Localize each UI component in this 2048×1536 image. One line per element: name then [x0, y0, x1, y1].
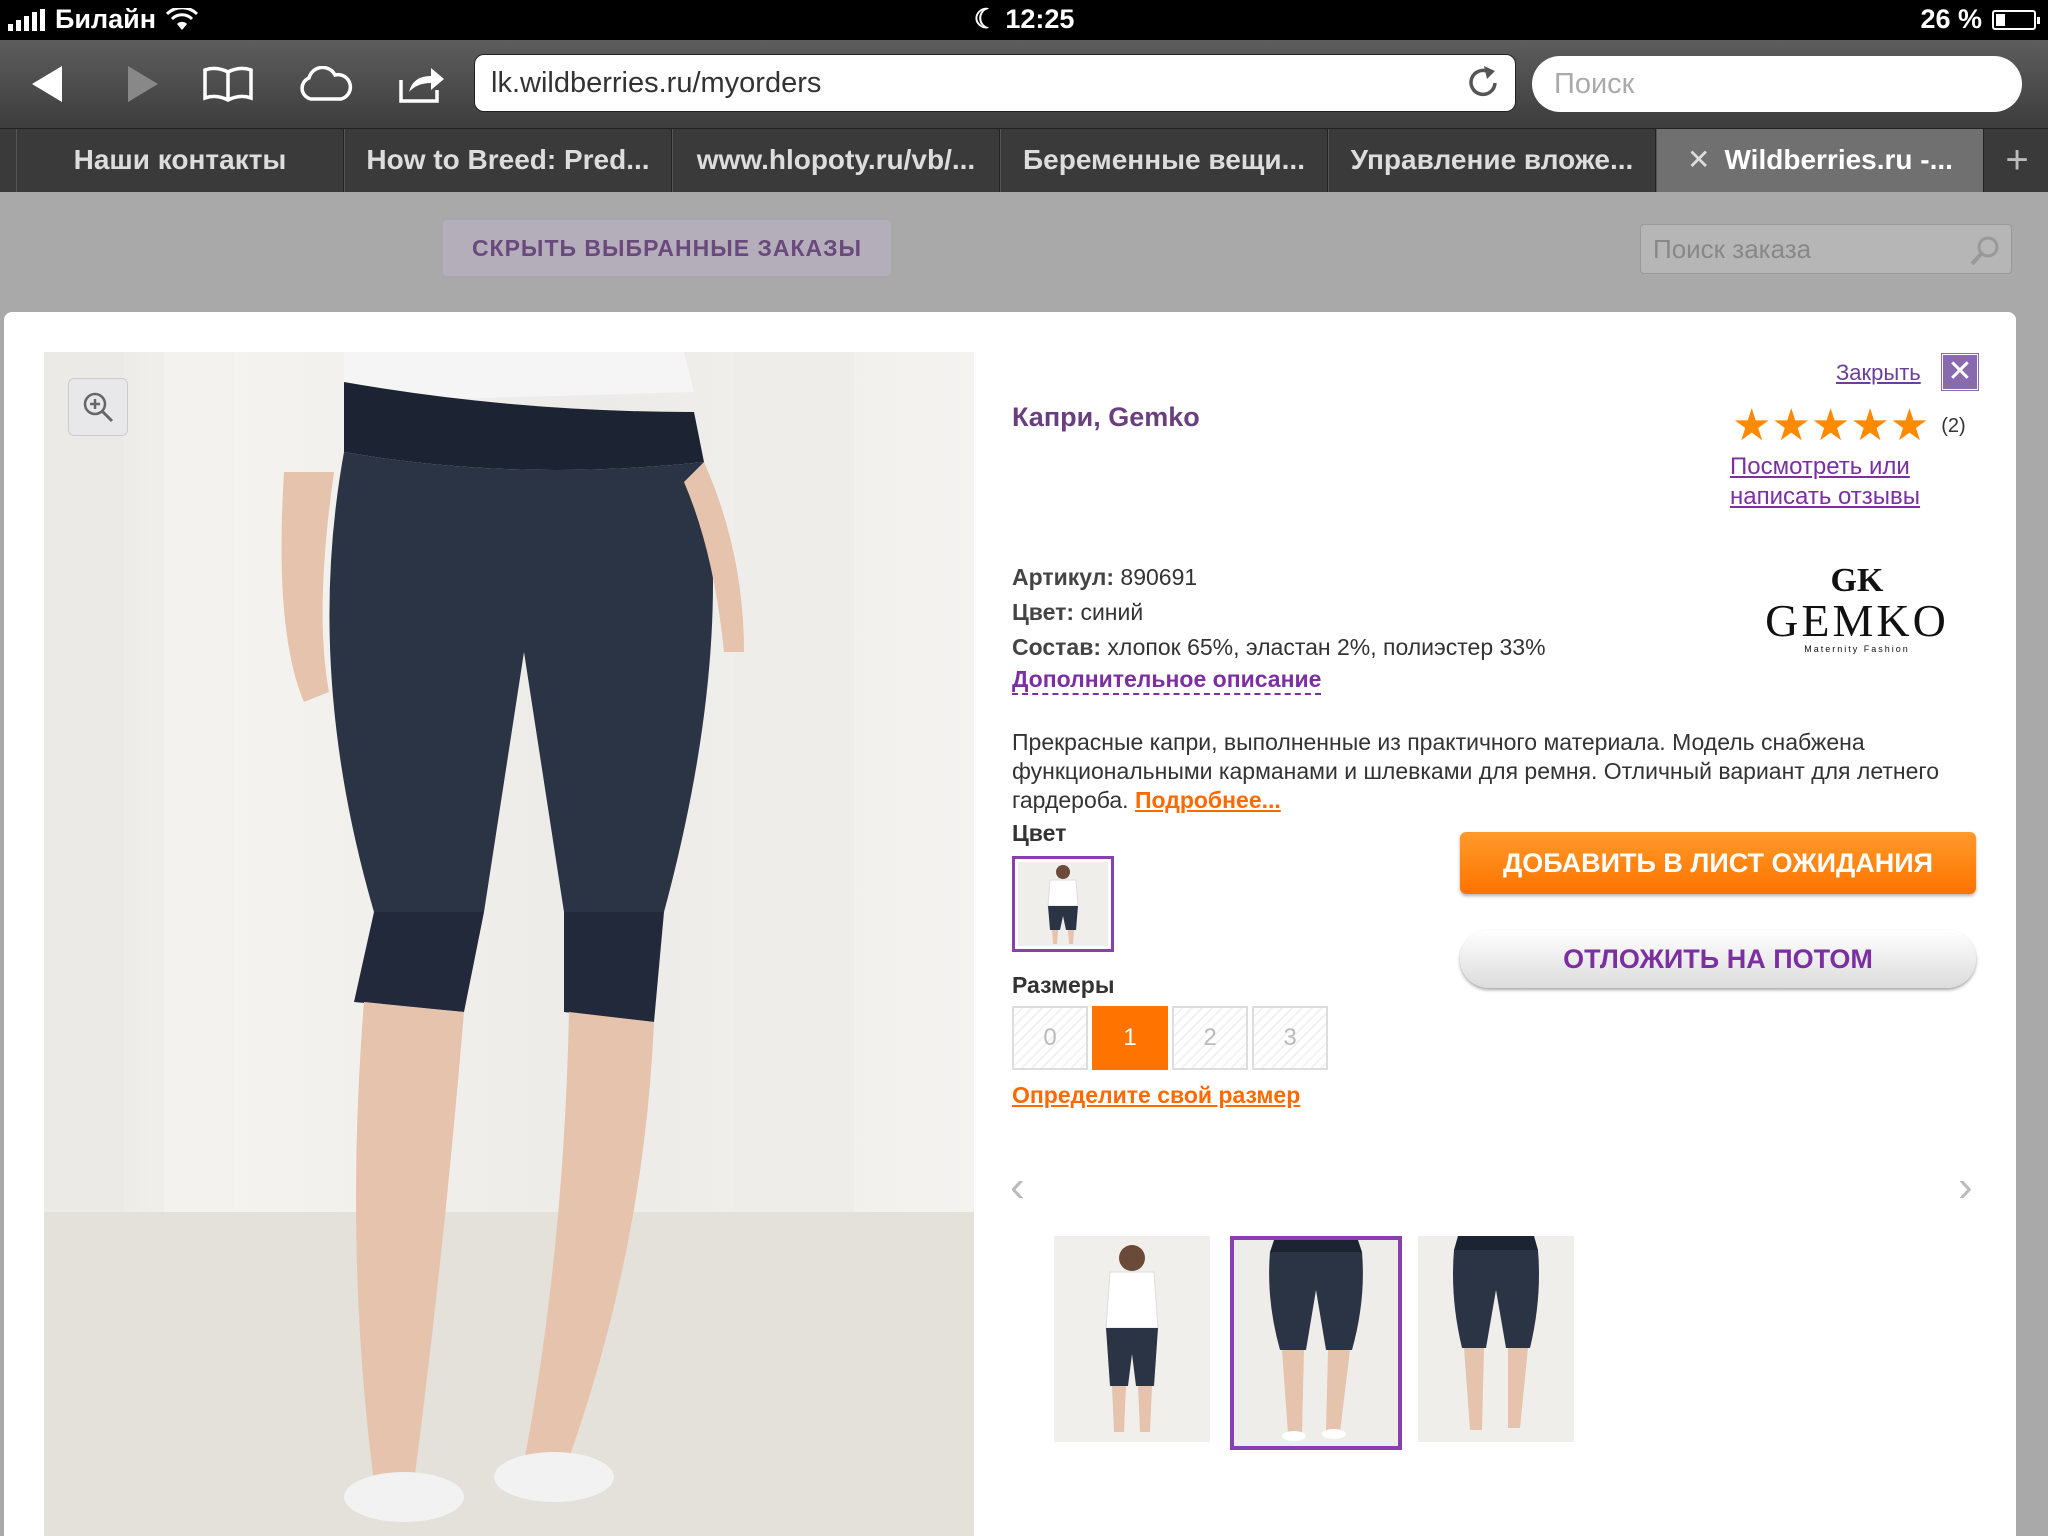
tab-hlopoty[interactable]: www.hlopoty.ru/vb/...: [672, 129, 1000, 193]
reviews-link[interactable]: Посмотреть или написать отзывы: [1730, 452, 1990, 512]
zoom-in-icon: [83, 392, 114, 423]
size-option[interactable]: 2: [1172, 1006, 1248, 1070]
gallery-thumb-selected[interactable]: [1230, 1236, 1402, 1450]
url-text: lk.wildberries.ru/myorders: [491, 67, 822, 99]
size-option[interactable]: 0: [1012, 1006, 1088, 1070]
article-value: 890691: [1120, 564, 1198, 590]
thumb-image-back: [1418, 1236, 1574, 1442]
battery-icon: [1992, 9, 2040, 30]
clock: 12:25: [1005, 4, 1075, 34]
color-row: Цвет: синий: [1012, 599, 1143, 626]
zoom-button[interactable]: [68, 378, 128, 436]
forward-button[interactable]: [118, 54, 168, 114]
new-tab-button[interactable]: +: [1986, 129, 2048, 193]
rating-stars: ★★★★★ (2): [1732, 404, 1966, 448]
sizes-section-label: Размеры: [1012, 972, 1115, 998]
gallery-thumb[interactable]: [1054, 1236, 1210, 1442]
back-button[interactable]: [22, 54, 72, 114]
color-swatch[interactable]: [1012, 856, 1114, 952]
composition-label: Состав:: [1012, 634, 1102, 660]
brand-mark: GK: [1830, 562, 1884, 599]
tab-pregnant-things[interactable]: Беременные вещи...: [1000, 129, 1328, 193]
order-search-input[interactable]: Поиск заказа: [1640, 224, 2012, 274]
postpone-button[interactable]: ОТЛОЖИТЬ НА ПОТОМ: [1460, 930, 1976, 988]
gallery-thumb[interactable]: [1418, 1236, 1574, 1442]
size-option-selected[interactable]: 1: [1092, 1006, 1168, 1070]
read-more-link[interactable]: Подробнее...: [1135, 787, 1281, 813]
moon-icon: ☾: [973, 4, 998, 34]
product-title: Капри, Gemko: [1012, 402, 1200, 432]
add-to-waitlist-button[interactable]: ДОБАВИТЬ В ЛИСТ ОЖИДАНИЯ: [1460, 832, 1976, 894]
tab-bar: Наши контакты How to Breed: Pred... www.…: [0, 128, 2048, 193]
article-label: Артикул:: [1012, 564, 1115, 590]
back-arrow-icon: [32, 66, 62, 102]
product-photo-illustration: [44, 352, 974, 1536]
tab-attachments[interactable]: Управление вложе...: [1328, 129, 1656, 193]
search-icon: [1970, 236, 1999, 266]
size-option[interactable]: 3: [1252, 1006, 1328, 1070]
composition-row: Состав: хлопок 65%, эластан 2%, полиэсте…: [1012, 634, 1546, 661]
status-bar: Билайн ☾ 12:25 26 %: [0, 0, 2048, 40]
close-icon[interactable]: ✕: [1942, 354, 1978, 390]
browser-search-input[interactable]: Поиск: [1532, 56, 2022, 112]
reload-icon[interactable]: [1465, 63, 1501, 101]
tab-wildberries[interactable]: ✕ Wildberries.ru -...: [1656, 129, 1984, 193]
hide-selected-orders-button[interactable]: СКРЫТЬ ВЫБРАННЫЕ ЗАКАЗЫ: [443, 220, 891, 276]
chevron-right-icon[interactable]: ›: [1958, 1162, 1973, 1212]
swatch-image: [1018, 862, 1108, 946]
thumb-image-front-legs: [1234, 1240, 1398, 1446]
star-icon: ★★★★★: [1732, 401, 1930, 450]
tab-how-to-breed[interactable]: How to Breed: Pred...: [344, 129, 672, 193]
tab-contacts[interactable]: Наши контакты: [16, 129, 344, 193]
bookmarks-button[interactable]: [198, 54, 258, 114]
battery-percent: 26 %: [1920, 4, 1982, 34]
color-value: синий: [1080, 599, 1144, 625]
browser-toolbar: lk.wildberries.ru/myorders Поиск: [0, 40, 2048, 128]
address-bar[interactable]: lk.wildberries.ru/myorders: [474, 54, 1516, 112]
find-size-link[interactable]: Определите свой размер: [1012, 1082, 1300, 1109]
more-description-link[interactable]: Дополнительное описание: [1012, 666, 1322, 695]
close-link[interactable]: Закрыть: [1836, 360, 1921, 386]
product-photo: [44, 352, 974, 1536]
brand-wordmark: GEMKO: [1765, 595, 1949, 646]
color-section-label: Цвет: [1012, 820, 1067, 846]
chevron-left-icon[interactable]: ‹: [1010, 1162, 1025, 1212]
order-search-placeholder: Поиск заказа: [1653, 234, 1812, 264]
forward-arrow-icon: [128, 66, 158, 102]
product-modal: Закрыть ✕ Капри, Gemko ★★★★★ (2) Посмотр…: [4, 312, 2016, 1536]
tab-label: Wildberries.ru -...: [1724, 144, 1953, 175]
share-icon: [399, 68, 444, 103]
article-row: Артикул: 890691: [1012, 564, 1197, 591]
close-tab-icon[interactable]: ✕: [1687, 144, 1710, 175]
book-icon: [203, 66, 253, 102]
cloud-icon: [300, 66, 353, 101]
thumb-image-front-full: [1054, 1236, 1210, 1442]
size-selector: 0 1 2 3: [1012, 1006, 1328, 1070]
product-description: Прекрасные капри, выполненные из практич…: [1012, 728, 1992, 815]
composition-value: хлопок 65%, эластан 2%, полиэстер 33%: [1107, 634, 1546, 660]
share-button[interactable]: [392, 54, 452, 114]
brand-logo: GK GEMKO Maternity Fashion: [1764, 564, 1950, 666]
review-count: (2): [1941, 415, 1966, 437]
icloud-tabs-button[interactable]: [294, 54, 356, 114]
color-label: Цвет:: [1012, 599, 1075, 625]
